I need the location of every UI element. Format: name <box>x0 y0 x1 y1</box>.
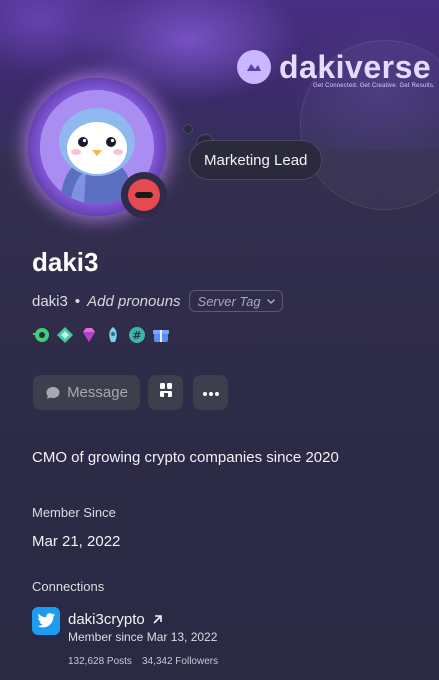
server-tag-dropdown[interactable]: Server Tag <box>188 290 283 312</box>
gift-badge-icon[interactable] <box>152 326 170 344</box>
connections-title: Connections <box>32 579 105 594</box>
do-not-disturb-icon <box>128 179 160 211</box>
username: daki3 <box>32 292 68 310</box>
status-indicator <box>121 172 167 218</box>
brand-logo-group: dakiverse <box>237 50 431 84</box>
profile-card: dakiverse Get Connected. Get Creative. G… <box>0 0 439 680</box>
connection-stats: 132,628 Posts 34,342 Followers <box>68 656 218 667</box>
connection-account-name: daki3crypto <box>68 611 145 628</box>
badge-row: # <box>32 326 170 344</box>
svg-text:#: # <box>132 329 141 342</box>
brand-name: dakiverse <box>279 49 432 85</box>
more-options-button[interactable] <box>193 375 228 410</box>
nitro-badge-icon[interactable] <box>32 326 50 344</box>
member-since-date: Mar 21, 2022 <box>32 533 121 550</box>
more-options-icon <box>202 384 220 402</box>
boost-badge-icon[interactable] <box>104 326 122 344</box>
connection-account-link[interactable]: daki3crypto <box>68 611 163 628</box>
add-pronouns-link[interactable]: Add pronouns <box>87 293 180 310</box>
twitter-icon[interactable] <box>32 607 60 635</box>
hypesquad-badge-icon[interactable] <box>56 326 74 344</box>
activity-icon <box>157 381 175 404</box>
connection-member-since: Member since Mar 13, 2022 <box>68 630 218 644</box>
username-row: daki3 • Add pronouns Server Tag <box>32 290 283 312</box>
separator: • <box>74 292 81 310</box>
connection-posts: 132,628 Posts <box>68 656 132 667</box>
message-button[interactable]: Message <box>33 375 140 410</box>
gem-badge-icon[interactable] <box>80 326 98 344</box>
activity-button[interactable] <box>148 375 183 410</box>
custom-status-text: Marketing Lead <box>204 151 308 169</box>
profile-bio: CMO of growing crypto companies since 20… <box>32 449 339 466</box>
server-tag-label: Server Tag <box>197 293 261 309</box>
brand-logo-icon <box>237 50 271 84</box>
connection-followers: 34,342 Followers <box>141 656 219 667</box>
chat-bubble-icon <box>45 385 61 401</box>
chevron-down-icon <box>266 294 276 309</box>
external-link-icon <box>151 614 163 626</box>
member-since-title: Member Since <box>32 505 116 520</box>
quest-badge-icon[interactable]: # <box>128 326 146 344</box>
brand-tagline: Get Connected. Get Creative. Get Results… <box>313 83 435 89</box>
custom-status-bubble[interactable]: Marketing Lead <box>189 140 323 180</box>
display-name: daki3 <box>32 247 99 277</box>
message-button-label: Message <box>67 384 128 401</box>
status-thought-dot <box>183 124 193 134</box>
